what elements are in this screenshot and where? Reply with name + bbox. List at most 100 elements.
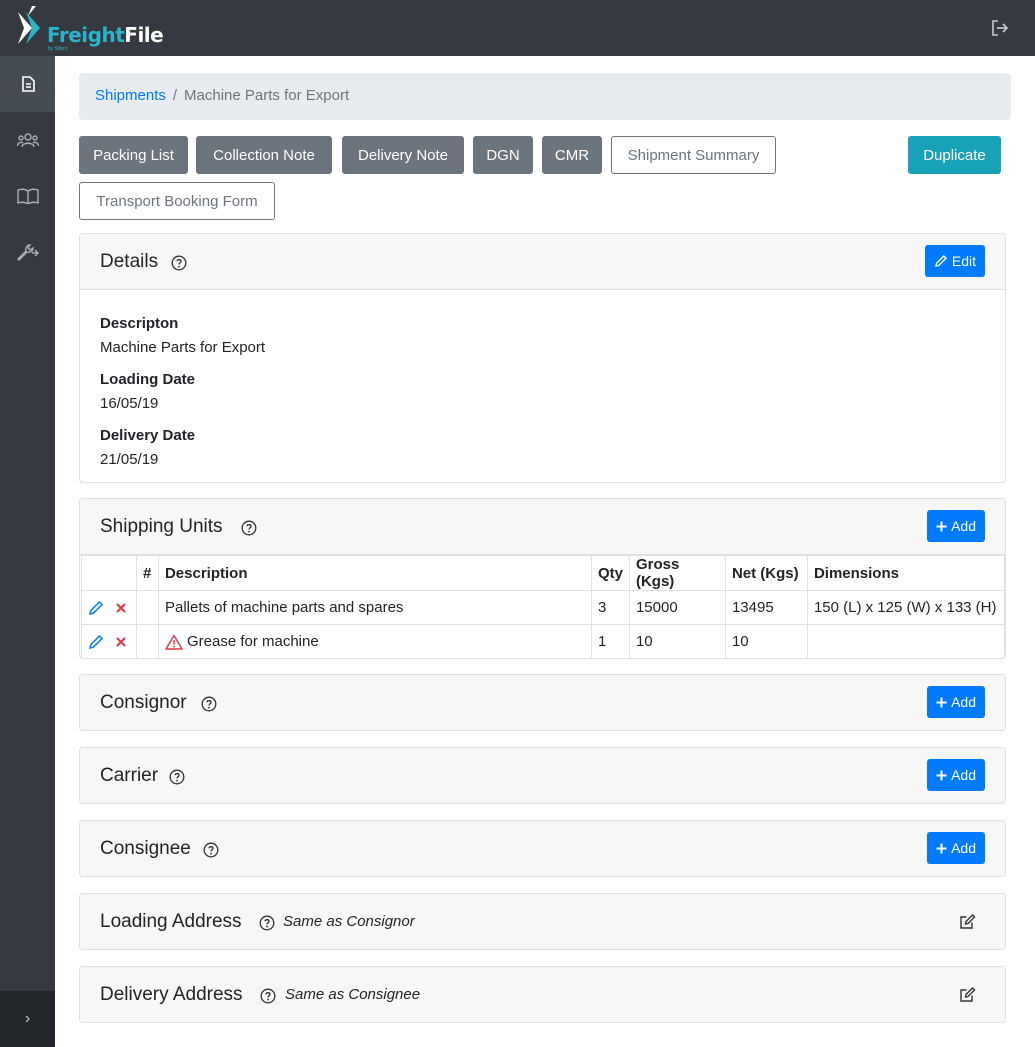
description-label: Descripton <box>100 315 179 332</box>
help-icon[interactable] <box>171 255 187 271</box>
sidebar-item-library[interactable] <box>0 168 55 224</box>
row-description-cell: Grease for machine <box>157 624 592 658</box>
shipping-units-table: # Description Qty Gross (Kgs) Net (Kgs) … <box>81 555 1005 658</box>
delivery-address-header: Delivery Address Same as Consignee <box>80 967 1005 1022</box>
plus-icon <box>936 770 947 780</box>
logo-wordmark: FreightFile <box>47 23 164 47</box>
loading-address-header: Loading Address Same as Consignor <box>80 894 1005 949</box>
pencil-icon[interactable] <box>88 600 104 616</box>
sign-out-icon[interactable] <box>990 19 1010 37</box>
consignor-header: Consignor Add <box>80 675 1005 730</box>
shipment-summary-button[interactable]: Shipment Summary <box>611 136 776 174</box>
pencil-icon <box>934 255 947 267</box>
tools-icon <box>16 244 39 261</box>
sidebar-expand-button[interactable]: › <box>0 991 55 1047</box>
consignee-title: Consignee <box>100 838 191 859</box>
loading-address-card: Loading Address Same as Consignor <box>79 893 1006 950</box>
duplicate-button[interactable]: Duplicate <box>908 136 1001 174</box>
row-number <box>135 624 159 658</box>
delivery-date-value: 21/05/19 <box>100 451 159 468</box>
add-shipping-unit-button[interactable]: Add <box>927 510 985 542</box>
column-header-description: Description <box>157 555 592 591</box>
column-header-actions <box>81 555 137 591</box>
column-header-net: Net (Kgs) <box>724 555 808 591</box>
carrier-title: Carrier <box>100 765 159 786</box>
shipping-units-title: Shipping Units <box>100 516 223 537</box>
chevron-right-icon: › <box>24 1010 31 1027</box>
column-header-dimensions: Dimensions <box>806 555 1005 591</box>
row-description: Grease for machine <box>186 632 319 650</box>
add-consignee-button[interactable]: Add <box>927 832 985 864</box>
help-icon[interactable] <box>260 988 276 1004</box>
details-body: Descripton Machine Parts for Export Load… <box>80 290 1005 482</box>
shipping-units-header: Shipping Units Add <box>80 499 1005 555</box>
help-icon[interactable] <box>169 769 185 785</box>
sidebar-item-contacts[interactable] <box>0 112 55 168</box>
edit-icon[interactable] <box>959 986 976 1003</box>
sidebar-item-shipments[interactable] <box>0 56 55 112</box>
warning-icon <box>165 634 183 650</box>
plus-icon <box>936 521 947 531</box>
top-navbar: FreightFile by Sitpro <box>0 0 1035 56</box>
row-number <box>135 590 159 625</box>
help-icon[interactable] <box>201 696 217 712</box>
column-header-number: # <box>135 555 159 591</box>
plus-icon <box>936 843 947 853</box>
loading-address-title: Loading Address <box>100 911 242 932</box>
row-dimensions: 150 (L) x 125 (W) x 133 (H) <box>806 590 1005 625</box>
packing-list-button[interactable]: Packing List <box>79 136 188 174</box>
row-net: 10 <box>724 624 808 658</box>
help-icon[interactable] <box>259 915 275 931</box>
pencil-icon[interactable] <box>88 634 104 650</box>
delivery-note-button[interactable]: Delivery Note <box>342 136 464 174</box>
table-row: Pallets of machine parts and spares 3 15… <box>81 590 1005 625</box>
help-icon[interactable] <box>241 520 257 536</box>
freightfile-logo[interactable]: FreightFile by Sitpro <box>14 4 164 52</box>
delivery-address-title: Delivery Address <box>100 984 243 1005</box>
users-icon <box>16 133 39 148</box>
row-qty: 3 <box>590 590 630 625</box>
details-title: Details <box>100 251 159 272</box>
row-gross: 15000 <box>628 590 726 625</box>
edit-details-button[interactable]: Edit <box>924 245 985 277</box>
sidebar-item-tools[interactable] <box>0 224 55 280</box>
description-value: Machine Parts for Export <box>100 339 266 356</box>
carrier-card: Carrier Add <box>79 747 1006 804</box>
table-row: Grease for machine 1 10 10 <box>81 624 1005 658</box>
row-gross: 10 <box>628 624 726 658</box>
help-icon[interactable] <box>203 842 219 858</box>
delete-icon[interactable] <box>114 635 128 649</box>
sidebar: › <box>0 56 55 1047</box>
add-label: Add <box>951 694 976 710</box>
loading-address-note: Same as Consignor <box>283 913 415 930</box>
book-icon <box>16 188 39 204</box>
shipping-units-card: Shipping Units Add # Description Qty Gro… <box>79 498 1006 659</box>
delete-icon[interactable] <box>114 601 128 615</box>
consignor-card: Consignor Add <box>79 674 1006 731</box>
logo-byline: by Sitpro <box>48 46 68 52</box>
dgn-button[interactable]: DGN <box>473 136 533 174</box>
plus-icon <box>936 697 947 707</box>
column-header-qty: Qty <box>590 555 630 591</box>
row-description: Pallets of machine parts and spares <box>157 590 592 625</box>
loading-date-value: 16/05/19 <box>100 395 159 412</box>
add-label: Add <box>951 840 976 856</box>
edit-icon[interactable] <box>959 913 976 930</box>
breadcrumb-separator: / <box>172 87 178 104</box>
row-actions <box>81 624 137 658</box>
add-carrier-button[interactable]: Add <box>927 759 985 791</box>
collection-note-button[interactable]: Collection Note <box>196 136 332 174</box>
cmr-button[interactable]: CMR <box>542 136 602 174</box>
column-header-gross: Gross (Kgs) <box>628 555 726 591</box>
add-consignor-button[interactable]: Add <box>927 686 985 718</box>
row-actions <box>81 590 137 625</box>
consignor-title: Consignor <box>100 692 187 713</box>
delivery-date-label: Delivery Date <box>100 427 196 444</box>
edit-label: Edit <box>951 253 976 269</box>
transport-booking-form-button[interactable]: Transport Booking Form <box>79 182 275 220</box>
consignee-card: Consignee Add <box>79 820 1006 877</box>
table-header-row: # Description Qty Gross (Kgs) Net (Kgs) … <box>81 555 1005 591</box>
loading-date-label: Loading Date <box>100 371 196 388</box>
details-header: Details Edit <box>80 234 1005 290</box>
breadcrumb-shipments-link[interactable]: Shipments <box>95 87 166 104</box>
